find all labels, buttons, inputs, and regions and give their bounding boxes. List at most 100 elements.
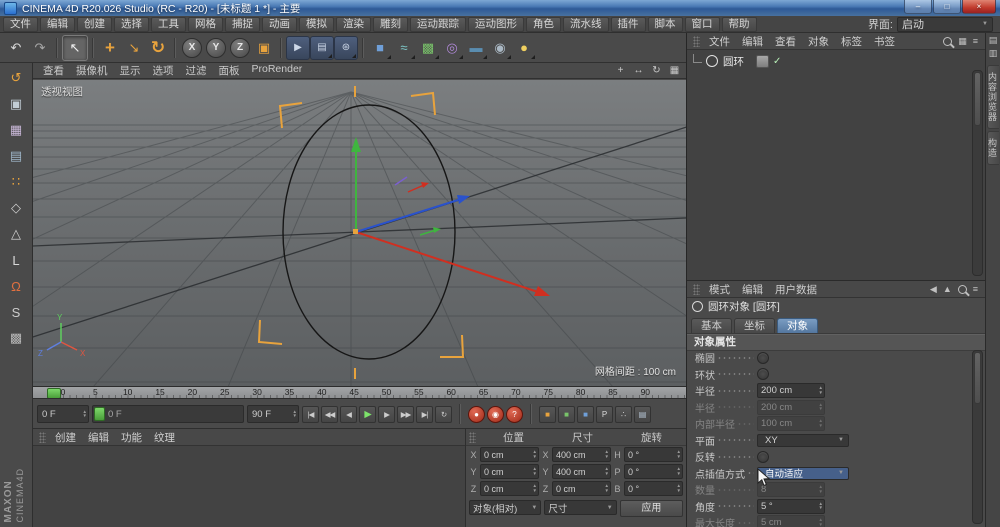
maximize-button[interactable]: □ (933, 0, 961, 14)
next-frame-button[interactable]: ▶ (378, 406, 395, 423)
render-view-button[interactable]: ▶ (286, 36, 310, 60)
dock-icon-top[interactable]: ▤ (989, 35, 998, 46)
keyframe-parameter-toggle[interactable]: P (596, 406, 613, 423)
model-mode-icon[interactable]: ▣ (3, 92, 29, 116)
panel-grip[interactable] (693, 284, 700, 295)
panel-grip[interactable] (39, 432, 46, 443)
timeline-tick-65[interactable]: 65 (479, 387, 488, 397)
object-enabled-check[interactable]: ✓ (773, 56, 781, 67)
workplane-mode-icon[interactable]: ▤ (3, 144, 29, 168)
rotation-b-field[interactable]: 0 °▲▼ (624, 481, 683, 496)
end-frame-stepper[interactable]: ▲▼ (293, 410, 298, 419)
timeline-ruler[interactable]: 051015202530354045505560657075808590 (33, 386, 686, 399)
viewport-menu-panel[interactable]: 面板 (213, 63, 246, 78)
quantize-icon[interactable]: S (3, 300, 29, 324)
keyframe-selection-button[interactable]: ? (506, 406, 523, 423)
stepper[interactable]: ▲▼ (677, 484, 682, 493)
edges-mode-icon[interactable]: ◇ (3, 196, 29, 220)
menu-character[interactable]: 角色 (526, 17, 561, 32)
panel-grip[interactable] (693, 36, 700, 47)
add-generator-button[interactable]: ▩ (416, 36, 440, 60)
keyframe-rotation-toggle[interactable]: ■ (577, 406, 594, 423)
stepper[interactable]: ▲▼ (677, 450, 682, 459)
prev-frame-button[interactable]: ◀ (340, 406, 357, 423)
viewport-menu-prorender[interactable]: ProRender (246, 63, 309, 78)
coordinate-mode-select[interactable]: 对象(相对)▼ (469, 500, 541, 515)
stepper-radius[interactable]: ▲▼ (819, 386, 824, 395)
stepper[interactable]: ▲▼ (605, 450, 610, 459)
keyframe-position-toggle[interactable]: ■ (539, 406, 556, 423)
om-menu-file[interactable]: 文件 (703, 34, 736, 49)
om-menu-edit[interactable]: 编辑 (736, 34, 769, 49)
stepper-radius-y[interactable]: ▲▼ (819, 403, 824, 412)
field-inner-radius[interactable]: 100 cm▲▼ (757, 416, 825, 431)
menu-create[interactable]: 创建 (77, 17, 112, 32)
menu-pipeline[interactable]: 流水线 (563, 17, 609, 32)
panel-menu-icon[interactable]: ≡ (973, 36, 978, 46)
end-frame-field[interactable]: 90 F ▲▼ (247, 405, 299, 423)
timeline-tick-25[interactable]: 25 (220, 387, 229, 397)
field-number[interactable]: 8▲▼ (757, 482, 825, 497)
viewport-menu-filter[interactable]: 过滤 (180, 63, 213, 78)
interface-select[interactable]: 启动 ▼ (897, 17, 993, 32)
size-x-field[interactable]: 400 cm▲▼ (552, 447, 611, 462)
timeline-tick-35[interactable]: 35 (285, 387, 294, 397)
tab-basic[interactable]: 基本 (691, 318, 732, 333)
timeline-tick-50[interactable]: 50 (382, 387, 391, 397)
size-mode-select[interactable]: 尺寸▼ (544, 500, 616, 515)
viewport-3d[interactable]: Y X Z 透视视图 网格间距 : 100 cm (33, 80, 686, 386)
goto-end-button[interactable]: ▶| (416, 406, 433, 423)
position-x-field[interactable]: 0 cm▲▼ (480, 447, 539, 462)
panel-grip[interactable] (469, 432, 476, 443)
rotation-p-field[interactable]: 0 °▲▼ (624, 464, 683, 479)
menu-mograph[interactable]: 运动图形 (468, 17, 524, 32)
minimize-button[interactable]: – (904, 0, 932, 14)
checkbox-ring[interactable] (757, 368, 769, 380)
z-axis-lock[interactable]: Z (230, 38, 250, 58)
om-menu-tags[interactable]: 标签 (835, 34, 868, 49)
menu-help[interactable]: 帮助 (722, 17, 757, 32)
timeline-tick-75[interactable]: 75 (544, 387, 553, 397)
om-menu-view[interactable]: 查看 (769, 34, 802, 49)
dropdown-plane[interactable]: XY▼ (757, 434, 849, 447)
pan-view-icon[interactable]: + (613, 64, 628, 77)
workplane-icon[interactable]: ▩ (3, 326, 29, 350)
scale-tool[interactable]: ↘ (122, 36, 146, 60)
filter-icon[interactable]: ▦ (958, 36, 967, 47)
dropdown-intermediate-points[interactable]: 自动适应▼ (757, 467, 849, 480)
timeline-tick-5[interactable]: 5 (93, 387, 98, 397)
points-mode-icon[interactable]: ∷ (3, 170, 29, 194)
history-back-icon[interactable]: ◀ (930, 284, 937, 295)
keyframe-pla-toggle[interactable]: ∴ (615, 406, 632, 423)
menu-script[interactable]: 脚本 (648, 17, 683, 32)
render-picture-viewer-button[interactable]: ▤ (310, 36, 334, 60)
rotation-h-field[interactable]: 0 °▲▼ (624, 447, 683, 462)
menu-animate[interactable]: 动画 (262, 17, 297, 32)
toggle-views-icon[interactable]: ▦ (667, 64, 682, 77)
size-y-field[interactable]: 400 cm▲▼ (552, 464, 611, 479)
apply-button[interactable]: 应用 (620, 500, 683, 517)
timeline-tick-10[interactable]: 10 (123, 387, 132, 397)
motion-system-icon[interactable]: ▤ (634, 406, 651, 423)
material-menu-function[interactable]: 功能 (115, 430, 148, 445)
viewport-menu-display[interactable]: 显示 (114, 63, 147, 78)
keyframe-scale-toggle[interactable]: ■ (558, 406, 575, 423)
texture-mode-icon[interactable]: ▦ (3, 118, 29, 142)
stepper[interactable]: ▲▼ (677, 467, 682, 476)
render-settings-button[interactable]: ⊛ (334, 36, 358, 60)
add-cube-button[interactable]: ■ (368, 36, 392, 60)
redo-icon[interactable]: ↷ (28, 36, 52, 60)
menu-simulate[interactable]: 模拟 (299, 17, 334, 32)
menu-render[interactable]: 渲染 (336, 17, 371, 32)
timeline-tick-45[interactable]: 45 (349, 387, 358, 397)
field-radius-y[interactable]: 200 cm▲▼ (757, 400, 825, 415)
stepper[interactable]: ▲▼ (533, 467, 538, 476)
checkbox-ellipse[interactable] (757, 352, 769, 364)
viewport-menu-cameras[interactable]: 摄像机 (70, 63, 114, 78)
goto-start-button[interactable]: |◀ (302, 406, 319, 423)
record-keyframe-button[interactable]: ● (468, 406, 485, 423)
menu-plugins[interactable]: 插件 (611, 17, 646, 32)
material-menu-create[interactable]: 创建 (49, 430, 82, 445)
viewport-menu-options[interactable]: 选项 (147, 63, 180, 78)
menu-motion-tracker[interactable]: 运动跟踪 (410, 17, 466, 32)
